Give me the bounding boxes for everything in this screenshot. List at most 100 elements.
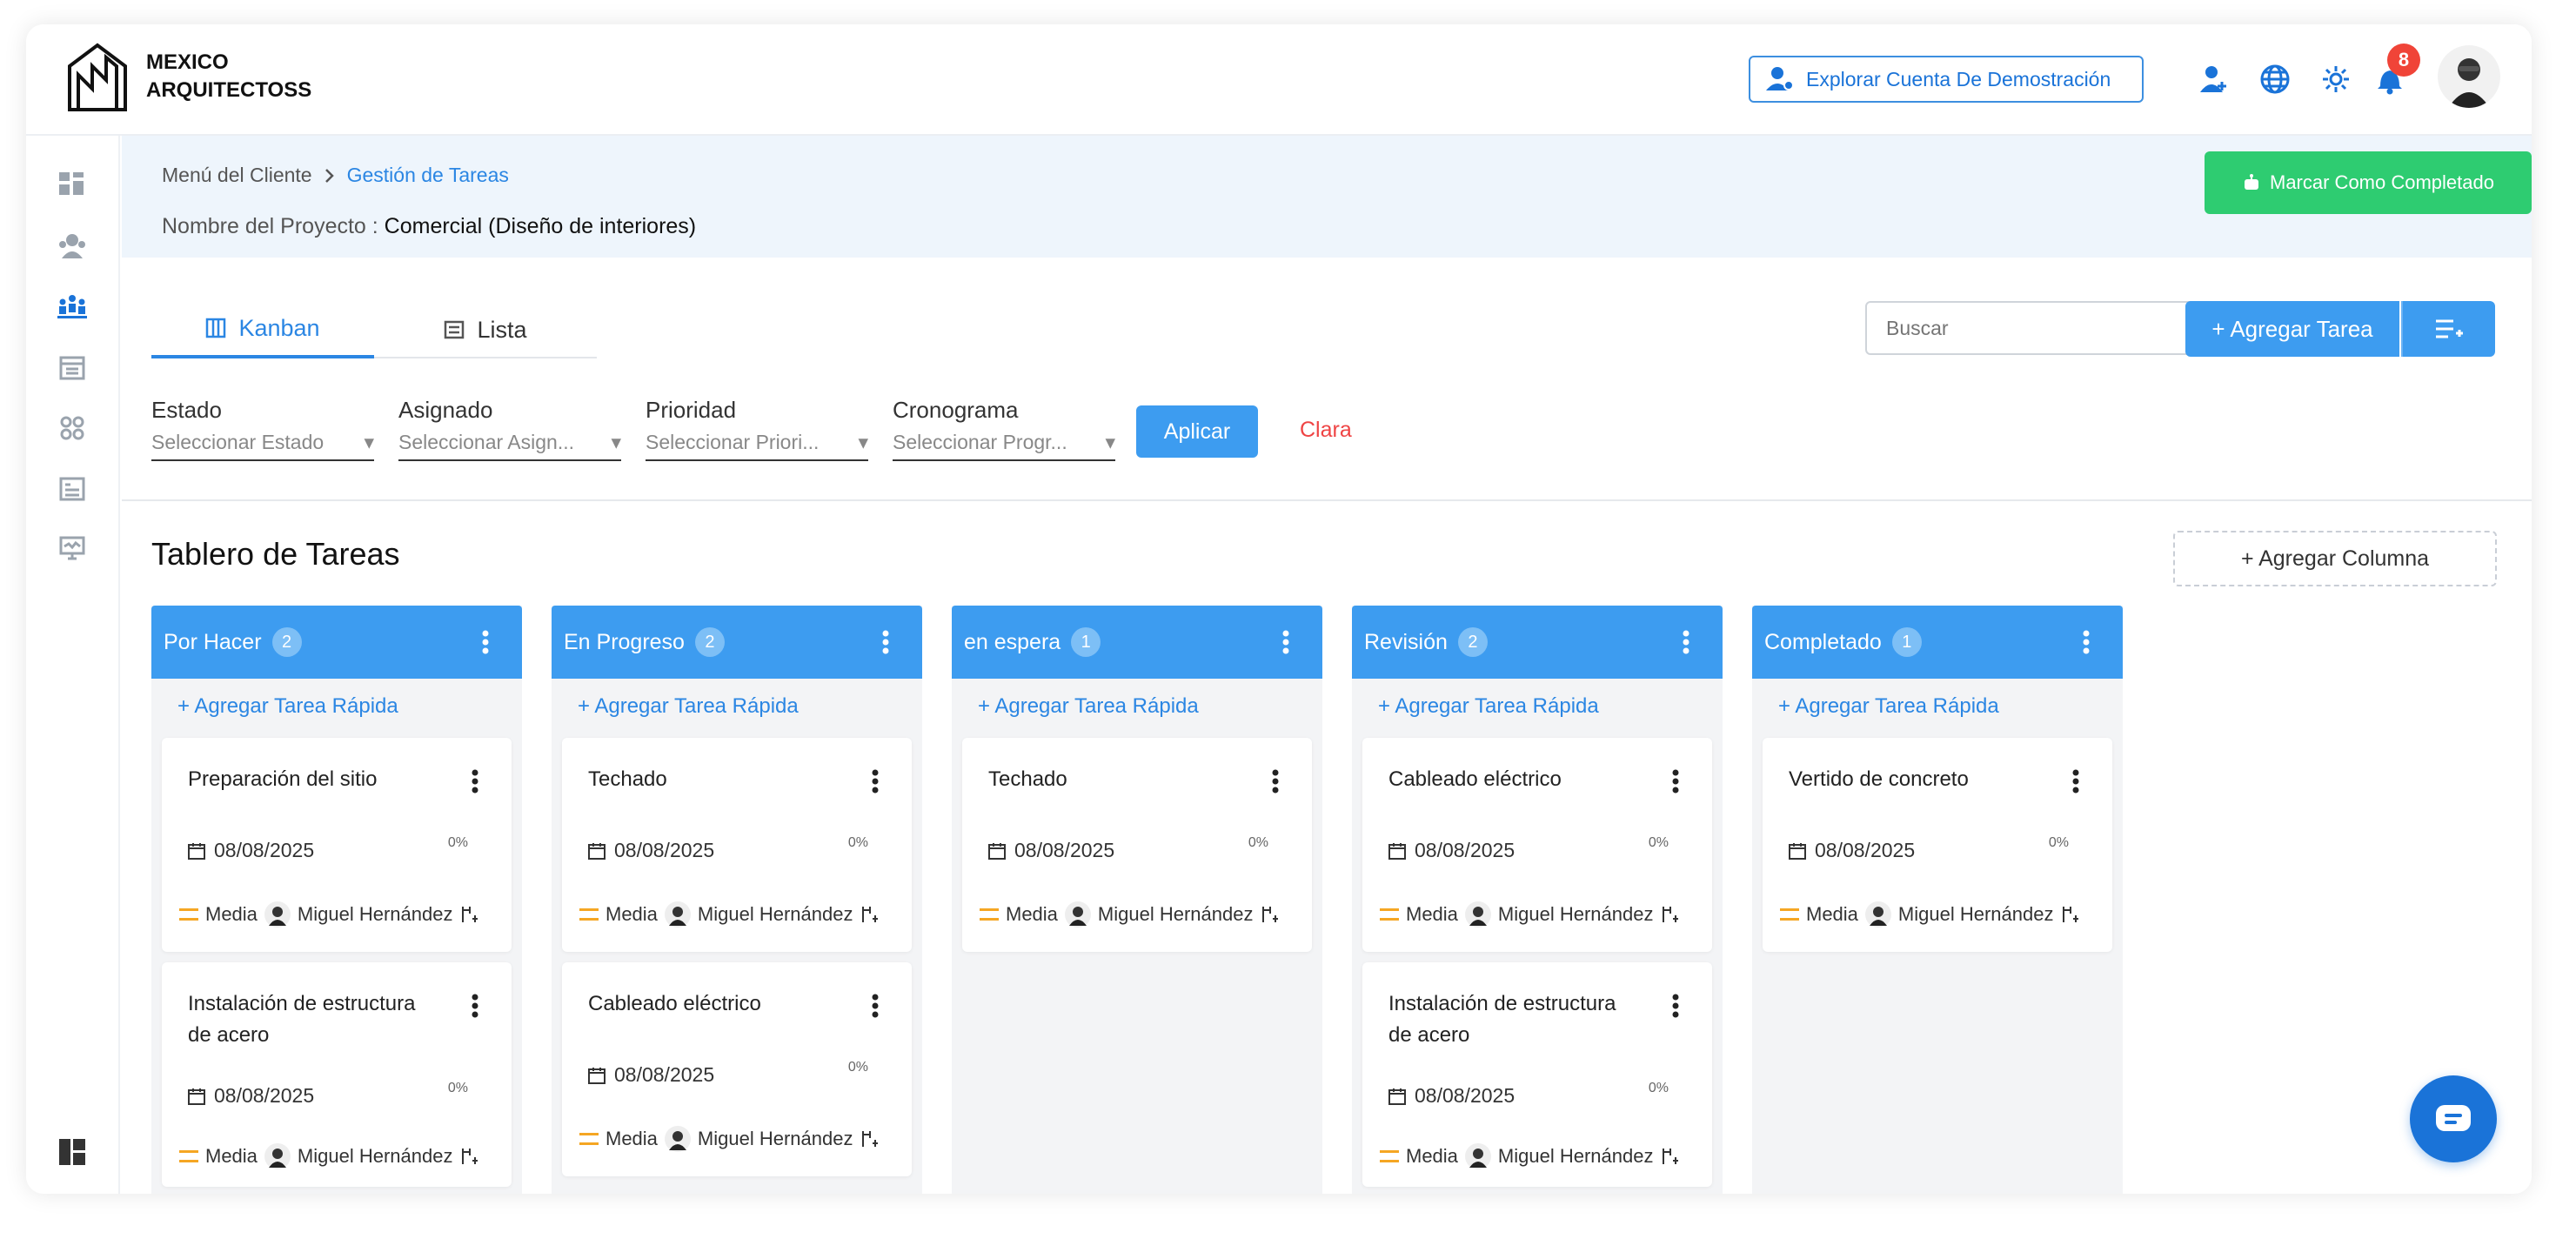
- assignee-avatar: [1464, 1143, 1491, 1169]
- gear-icon[interactable]: [2316, 59, 2356, 99]
- breadcrumb-current[interactable]: Gestión de Tareas: [347, 164, 509, 187]
- task-date-value: 08/08/2025: [1014, 839, 1115, 861]
- column-header[interactable]: En Progreso 2: [552, 606, 922, 679]
- calendar-icon[interactable]: [52, 350, 92, 385]
- subtask-icon[interactable]: [860, 905, 879, 924]
- tab-lista[interactable]: Lista: [374, 301, 597, 358]
- subtask-icon[interactable]: [860, 1129, 879, 1149]
- filter-status-select[interactable]: Seleccionar Estado ▾: [151, 431, 374, 461]
- task-card[interactable]: Instalación de estructura de acero 08/08…: [162, 962, 512, 1187]
- task-menu-icon[interactable]: [1272, 769, 1279, 794]
- filter-assignee-select[interactable]: Seleccionar Asign... ▾: [398, 431, 621, 461]
- column-header[interactable]: Por Hacer 2: [151, 606, 522, 679]
- project-name-label: Nombre del Proyecto :: [162, 214, 378, 238]
- explore-demo-button[interactable]: Explorar Cuenta De Demostración: [1749, 56, 2144, 103]
- column-header[interactable]: Revisión 2: [1352, 606, 1723, 679]
- task-card[interactable]: Techado 08/08/2025 0% Media Miguel Herná…: [962, 738, 1312, 952]
- add-task-button[interactable]: + Agregar Tarea: [2185, 301, 2399, 357]
- task-menu-icon[interactable]: [472, 994, 478, 1018]
- modules-icon[interactable]: [52, 411, 92, 445]
- task-title: Cableado eléctrico: [588, 992, 761, 1015]
- assignee-avatar: [264, 1143, 291, 1169]
- filter-timeline-select[interactable]: Seleccionar Progr... ▾: [893, 431, 1115, 461]
- task-date-value: 08/08/2025: [1815, 839, 1916, 861]
- task-title: Cableado eléctrico: [1388, 767, 1562, 791]
- quick-add-task-link[interactable]: + Agregar Tarea Rápida: [578, 694, 799, 719]
- task-menu-icon[interactable]: [872, 994, 879, 1018]
- column-title: Revisión: [1364, 629, 1448, 654]
- task-footer: Media Miguel Hernández: [980, 901, 1279, 928]
- globe-icon[interactable]: [2255, 59, 2295, 99]
- subtask-icon[interactable]: [459, 1147, 478, 1166]
- task-title: Preparación del sitio: [188, 767, 378, 791]
- tab-kanban[interactable]: Kanban: [151, 301, 374, 358]
- mark-complete-button[interactable]: Marcar Como Completado: [2205, 151, 2532, 214]
- quick-add-task-link[interactable]: + Agregar Tarea Rápida: [1778, 694, 1999, 719]
- column-menu-icon[interactable]: [482, 630, 489, 654]
- task-card[interactable]: Techado 08/08/2025 0% Media Miguel Herná…: [562, 738, 912, 952]
- layout-icon[interactable]: [52, 1135, 92, 1169]
- task-card[interactable]: Preparación del sitio 08/08/2025 0% Medi…: [162, 738, 512, 952]
- task-title: Vertido de concreto: [1789, 767, 1969, 791]
- users-group-icon[interactable]: [52, 228, 92, 263]
- add-column-button[interactable]: + Agregar Columna: [2173, 531, 2497, 586]
- task-menu-icon[interactable]: [872, 769, 879, 794]
- task-card[interactable]: Cableado eléctrico 08/08/2025 0% Media M…: [1362, 738, 1712, 952]
- kanban-column: En Progreso 2 + Agregar Tarea Rápida Tec…: [552, 606, 922, 1194]
- user-plus-icon[interactable]: [2194, 59, 2234, 99]
- report-icon[interactable]: [52, 472, 92, 506]
- subtask-icon[interactable]: [1260, 905, 1279, 924]
- quick-add-task-link[interactable]: + Agregar Tarea Rápida: [978, 694, 1199, 719]
- subtask-icon[interactable]: [459, 905, 478, 924]
- subtask-icon[interactable]: [2060, 905, 2079, 924]
- explore-demo-label: Explorar Cuenta De Demostración: [1806, 67, 2111, 90]
- clear-button[interactable]: Clara: [1300, 418, 1352, 443]
- filter-status[interactable]: Estado Seleccionar Estado ▾: [151, 397, 374, 461]
- team-icon[interactable]: [52, 289, 92, 324]
- task-card[interactable]: Cableado eléctrico 08/08/2025 0% Media M…: [562, 962, 912, 1176]
- task-progress: 0%: [1648, 835, 1669, 850]
- column-menu-icon[interactable]: [882, 630, 889, 654]
- project-name: Nombre del Proyecto : Comercial (Diseño …: [162, 214, 696, 239]
- task-card[interactable]: Vertido de concreto 08/08/2025 0% Media …: [1763, 738, 2112, 952]
- task-title: Techado: [988, 767, 1067, 791]
- subtask-icon[interactable]: [1660, 1147, 1679, 1166]
- task-priority: Media: [1006, 903, 1058, 925]
- search-input[interactable]: [1865, 301, 2206, 355]
- task-assignee: Miguel Hernández: [1897, 903, 2054, 925]
- apply-button[interactable]: Aplicar: [1136, 405, 1258, 458]
- assignee-avatar: [664, 901, 691, 928]
- task-assignee: Miguel Hernández: [697, 903, 853, 925]
- subtask-icon[interactable]: [1660, 905, 1679, 924]
- column-header[interactable]: en espera 1: [952, 606, 1322, 679]
- project-name-value: Comercial (Diseño de interiores): [384, 214, 697, 238]
- monitor-icon[interactable]: [52, 531, 92, 566]
- user-avatar[interactable]: [2438, 45, 2500, 108]
- breadcrumb-root[interactable]: Menú del Cliente: [162, 164, 312, 187]
- quick-add-task-link[interactable]: + Agregar Tarea Rápida: [177, 694, 398, 719]
- column-menu-icon[interactable]: [1282, 630, 1289, 654]
- task-card[interactable]: Instalación de estructura de acero 08/08…: [1362, 962, 1712, 1187]
- notification-badge: 8: [2387, 44, 2420, 77]
- filter-assignee-value: Seleccionar Asign...: [398, 431, 575, 453]
- task-date: 08/08/2025: [988, 839, 1114, 862]
- column-header[interactable]: Completado 1: [1752, 606, 2123, 679]
- building-logo-icon[interactable]: [66, 40, 129, 115]
- quick-add-task-link[interactable]: + Agregar Tarea Rápida: [1378, 694, 1599, 719]
- column-menu-icon[interactable]: [1683, 630, 1689, 654]
- filter-priority-select[interactable]: Seleccionar Priori... ▾: [646, 431, 868, 461]
- filter-assignee[interactable]: Asignado Seleccionar Asign... ▾: [398, 397, 621, 461]
- dashboard-icon[interactable]: [52, 167, 92, 202]
- chat-button[interactable]: [2410, 1075, 2497, 1162]
- task-menu-icon[interactable]: [2072, 769, 2079, 794]
- task-footer: Media Miguel Hernández: [579, 1126, 879, 1152]
- task-menu-icon[interactable]: [1672, 994, 1679, 1018]
- task-menu-icon[interactable]: [1672, 769, 1679, 794]
- column-title: Por Hacer: [164, 629, 262, 654]
- column-menu-icon[interactable]: [2083, 630, 2090, 654]
- filter-timeline[interactable]: Cronograma Seleccionar Progr... ▾: [893, 397, 1115, 461]
- task-menu-icon[interactable]: [472, 769, 478, 794]
- task-footer: Media Miguel Hernández: [179, 901, 478, 928]
- add-task-menu-button[interactable]: [2401, 301, 2495, 357]
- filter-priority[interactable]: Prioridad Seleccionar Priori... ▾: [646, 397, 868, 461]
